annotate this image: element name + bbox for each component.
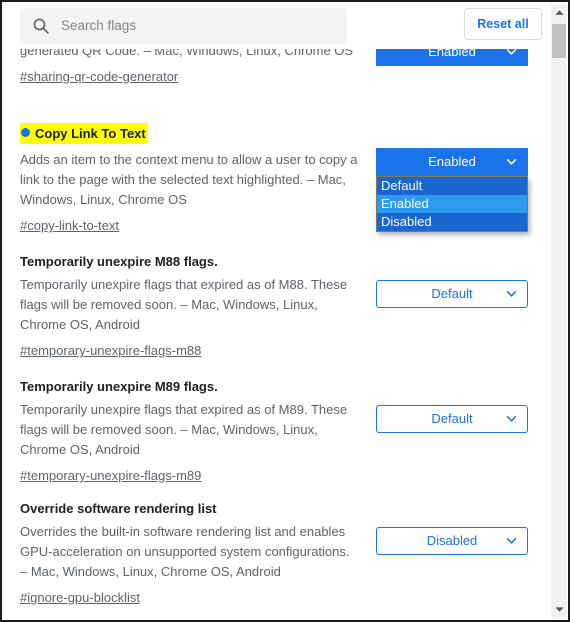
flag-entry-temporary-unexpire-flags-m89: Temporarily unexpire M89 flags. Temporar… [2,360,550,486]
search-box[interactable] [20,7,347,44]
flag-list: Enables right click UI to share the page… [2,2,550,607]
flag-entry-copy-link-to-text: Copy Link To Text Adds an item to the co… [2,108,550,235]
search-header: Reset all [2,2,550,49]
flag-title: Override software rendering list [20,501,217,516]
flag-control-column: Disabled [365,499,550,555]
flag-permalink[interactable]: #copy-link-to-text [20,216,119,235]
flag-title: Temporarily unexpire M88 flags. [20,254,218,269]
flag-permalink[interactable]: #temporary-unexpire-flags-m89 [20,466,201,485]
flag-select-value: Default [431,411,473,426]
flag-description: Temporarily unexpire flags that expired … [20,277,348,332]
scrollbar-thumb[interactable] [552,24,566,58]
chevron-down-icon [507,416,516,422]
flag-select-dropdown-open[interactable]: Default Enabled Disabled [376,176,528,232]
flag-description: Overrides the built-in software renderin… [20,524,350,579]
flag-control-column: Enabled Default Enabled Disabled [365,123,550,232]
dropdown-option-enabled[interactable]: Enabled [377,195,527,213]
triangle-up-icon [555,10,564,15]
flag-text-column: Temporarily unexpire M89 flags. Temporar… [20,377,365,485]
search-icon [33,18,49,34]
flag-permalink[interactable]: #sharing-qr-code-generator [20,67,178,86]
dropdown-option-default[interactable]: Default [377,177,527,195]
flag-control-column: Default [365,377,550,433]
flag-text-column: Override software rendering list Overrid… [20,499,365,607]
flag-select-wrapper: Enabled Default Enabled Disabled [376,148,528,232]
triangle-down-icon [555,607,564,612]
search-input[interactable] [61,15,335,36]
flag-text-column: Temporarily unexpire M88 flags. Temporar… [20,252,365,360]
flag-entry-ignore-gpu-blocklist: Override software rendering list Overrid… [2,486,550,607]
flags-scroll-pane[interactable]: Enables right click UI to share the page… [2,2,550,620]
flag-status-dot-icon [21,128,30,137]
chevron-down-icon [507,49,516,55]
flag-select-temporary-unexpire-flags-m88[interactable]: Default [376,280,528,308]
flag-select-value: Disabled [426,533,478,548]
browser-window: Enables right click UI to share the page… [0,0,570,622]
flag-entry-sharing-qr-code-generator: Enables right click UI to share the page… [2,23,550,108]
flag-select-temporary-unexpire-flags-m89[interactable]: Default [376,405,528,433]
flag-select-ignore-gpu-blocklist[interactable]: Disabled [376,527,528,555]
scrollbar-up-button[interactable] [551,4,567,21]
vertical-scrollbar[interactable] [550,4,567,618]
chevron-down-icon [507,538,516,544]
flag-description: Adds an item to the context menu to allo… [20,152,358,207]
chevron-down-icon [507,159,516,165]
flag-control-column: Default [365,252,550,308]
flag-permalink[interactable]: #temporary-unexpire-flags-m88 [20,341,201,360]
flag-select-copy-link-to-text[interactable]: Enabled [376,148,528,176]
flag-title-text: Copy Link To Text [35,126,146,141]
flag-title: Copy Link To Text [20,123,148,144]
chevron-down-icon [507,291,516,297]
flag-select-value: Enabled [428,154,476,169]
reset-all-button[interactable]: Reset all [464,8,542,40]
flag-permalink[interactable]: #ignore-gpu-blocklist [20,588,140,607]
flag-title: Temporarily unexpire M89 flags. [20,379,218,394]
flag-text-column: Copy Link To Text Adds an item to the co… [20,123,365,235]
scrollbar-down-button[interactable] [551,601,567,618]
flag-description: Temporarily unexpire flags that expired … [20,402,348,457]
flag-entry-temporary-unexpire-flags-m88: Temporarily unexpire M88 flags. Temporar… [2,235,550,360]
dropdown-option-disabled[interactable]: Disabled [377,213,527,231]
flag-select-value: Default [431,286,473,301]
